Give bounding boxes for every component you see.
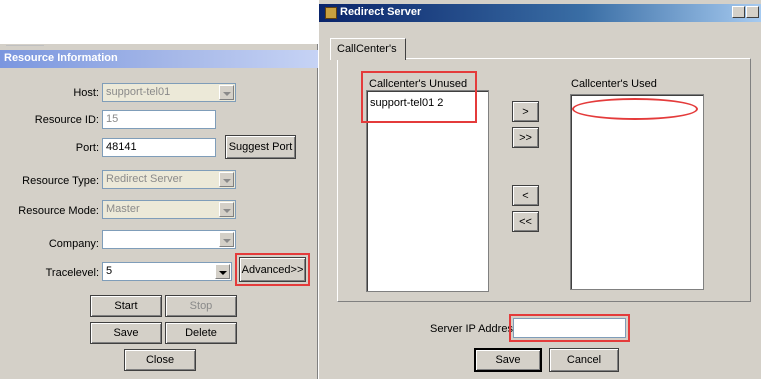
start-button[interactable]: Start	[90, 295, 162, 317]
resource-id-label: Resource ID:	[34, 114, 99, 126]
resource-mode-label: Resource Mode:	[18, 205, 99, 217]
window-title: Redirect Server	[340, 6, 422, 18]
tracelevel-value: 5	[106, 265, 113, 277]
resource-type-select[interactable]: Redirect Server	[102, 170, 236, 189]
highlight-ellipse	[572, 98, 698, 120]
tracelevel-select[interactable]: 5	[102, 262, 232, 281]
resource-id-field: 15	[102, 110, 216, 129]
resource-type-label: Resource Type:	[22, 175, 99, 187]
company-select[interactable]	[102, 230, 236, 249]
suggest-port-button[interactable]: Suggest Port	[225, 135, 296, 159]
maximize-icon[interactable]	[746, 6, 759, 18]
company-label: Company:	[48, 238, 99, 250]
chevron-down-icon[interactable]	[219, 202, 234, 217]
resource-information-header: Resource Information	[0, 50, 318, 68]
host-select[interactable]: support-tel01	[102, 83, 236, 102]
stop-button[interactable]: Stop	[165, 295, 237, 317]
chevron-down-icon[interactable]	[219, 232, 234, 247]
port-label: Port:	[75, 142, 99, 154]
delete-button[interactable]: Delete	[165, 322, 237, 344]
dialog-save-button[interactable]: Save	[474, 348, 542, 372]
save-button[interactable]: Save	[90, 322, 162, 344]
advanced-button[interactable]: Advanced>>	[239, 257, 306, 282]
blank-area	[0, 0, 318, 44]
resource-mode-select[interactable]: Master	[102, 200, 236, 219]
tab-callcenters[interactable]: CallCenter's	[330, 38, 406, 60]
server-ip-label: Server IP Address:	[430, 323, 522, 335]
resource-type-value: Redirect Server	[106, 173, 183, 185]
unused-label: Callcenter's Unused	[369, 78, 468, 90]
chevron-down-icon[interactable]	[219, 85, 234, 100]
dialog-cancel-button[interactable]: Cancel	[549, 348, 619, 372]
remove-all-button[interactable]: <<	[512, 211, 539, 232]
host-label: Host:	[2, 87, 99, 99]
used-label: Callcenter's Used	[571, 78, 657, 90]
list-item[interactable]: support-tel01 2	[370, 97, 443, 109]
host-value: support-tel01	[106, 86, 171, 98]
close-button[interactable]: Close	[124, 349, 196, 371]
server-ip-field[interactable]	[513, 318, 626, 338]
minimize-icon[interactable]	[732, 6, 745, 18]
title-bar: Redirect Server	[319, 4, 761, 22]
app-icon	[325, 7, 337, 19]
remove-button[interactable]: <	[512, 185, 539, 206]
chevron-down-icon[interactable]	[215, 264, 230, 279]
chevron-down-icon[interactable]	[219, 172, 234, 187]
port-field[interactable]: 48141	[102, 138, 216, 157]
host-label-text: Host:	[73, 87, 99, 99]
add-button[interactable]: >	[512, 101, 539, 122]
add-all-button[interactable]: >>	[512, 127, 539, 148]
divider	[6, 45, 44, 46]
resource-mode-value: Master	[106, 203, 140, 215]
used-listbox[interactable]	[570, 94, 704, 290]
tracelevel-label: Tracelevel:	[45, 267, 99, 279]
